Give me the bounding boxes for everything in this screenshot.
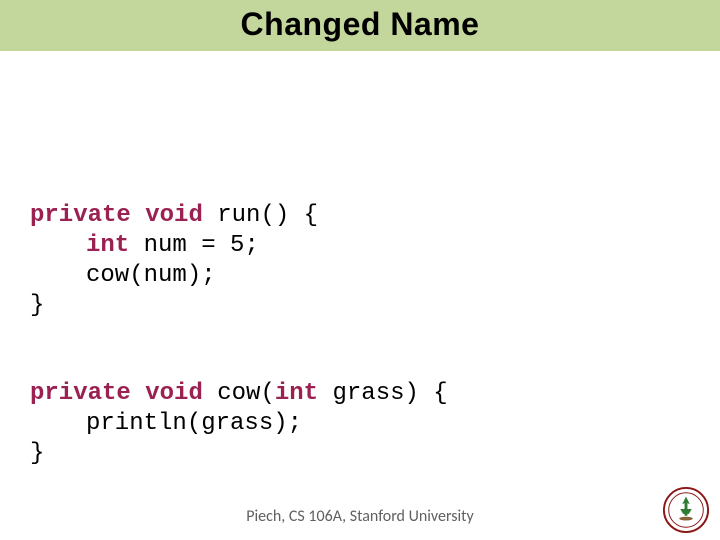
keyword-private: private (30, 380, 131, 407)
stanford-seal-icon (662, 486, 710, 534)
keyword-private: private (30, 202, 131, 229)
title-bar: Changed Name (0, 0, 720, 51)
code-text: cow( (203, 380, 275, 407)
code-area: private void run() { int num = 5; cow(nu… (0, 51, 720, 469)
slide-title: Changed Name (0, 6, 720, 43)
code-block-cow: private void cow(int grass) { println(gr… (30, 349, 690, 469)
keyword-void: void (145, 380, 203, 407)
code-text: cow(num); (86, 262, 216, 289)
footer-text: Piech, CS 106A, Stanford University (0, 507, 720, 526)
code-text: run() { (203, 202, 318, 229)
keyword-int: int (275, 380, 318, 407)
code-text (131, 202, 145, 229)
code-text: println(grass); (86, 410, 302, 437)
slide: Changed Name private void run() { int nu… (0, 0, 720, 540)
code-text: num = 5; (129, 232, 259, 259)
keyword-void: void (145, 202, 203, 229)
code-text: } (30, 440, 44, 467)
keyword-int: int (86, 232, 129, 259)
code-text: grass) { (318, 380, 448, 407)
code-block-run: private void run() { int num = 5; cow(nu… (30, 171, 690, 321)
code-text (131, 380, 145, 407)
code-text: } (30, 292, 44, 319)
